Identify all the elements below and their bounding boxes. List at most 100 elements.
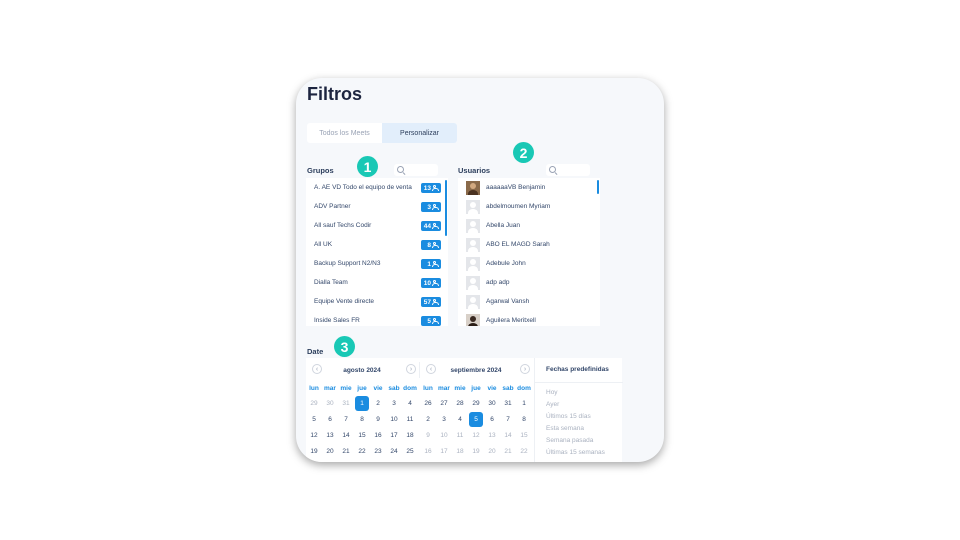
list-item[interactable]: ABO EL MAGD Sarah [458,235,600,254]
calendar-day[interactable]: 20 [484,444,500,460]
usuarios-search-input[interactable] [558,164,588,176]
weekday-header: dom [517,385,531,392]
preset-option[interactable]: Hoy [535,387,623,399]
list-item[interactable]: Dialla Team 10 [306,273,448,292]
grupos-search[interactable] [394,164,438,176]
list-item[interactable]: All sauf Techs Codir 44 [306,216,448,235]
users-icon [432,318,439,324]
filters-panel: Filtros Todos los Meets Personalizar Gru… [296,78,664,462]
calendar-day[interactable]: 25 [402,444,418,460]
calendar-day[interactable]: 10 [386,412,402,428]
calendar-day[interactable]: 18 [402,428,418,444]
grupos-search-input[interactable] [406,164,436,176]
calendar-day[interactable]: 1 [516,396,532,412]
calendar-day[interactable]: 23 [370,444,386,460]
calendar-day[interactable]: 18 [452,444,468,460]
calendar-day[interactable]: 27 [436,396,452,412]
calendar-day[interactable]: 28 [452,396,468,412]
preset-option[interactable]: Últimas 15 semanas [535,447,623,459]
grupos-scrollbar[interactable] [445,180,447,236]
calendar-day[interactable]: 3 [386,396,402,412]
calendar-day[interactable]: 7 [500,412,516,428]
calendar-day[interactable]: 2 [370,396,386,412]
calendar-day[interactable]: 8 [516,412,532,428]
list-item[interactable]: All UK 8 [306,235,448,254]
list-item[interactable]: aaaaaaVB Benjamin [458,178,600,197]
calendar-day[interactable]: 19 [306,444,322,460]
weekday-header: vie [373,385,383,392]
usuarios-scrollbar[interactable] [597,180,599,194]
preset-option[interactable]: Últimos 15 días [535,411,623,423]
calendar-day[interactable]: 11 [452,428,468,444]
chevron-right-icon[interactable]: › [406,364,416,374]
chevron-left-icon[interactable]: ‹ [426,364,436,374]
list-item[interactable]: A. AE VD Todo el equipo de venta 13 [306,178,448,197]
calendar-day[interactable]: 14 [338,428,354,444]
calendar-day[interactable]: 11 [402,412,418,428]
list-item[interactable]: adp adp [458,273,600,292]
calendar-day[interactable]: 2 [420,412,436,428]
usuarios-label: Usuarios [458,166,491,175]
list-item[interactable]: Adebule John [458,254,600,273]
calendar-day[interactable]: 31 [338,396,354,412]
preset-option[interactable]: Esta semana [535,423,623,435]
calendar-day[interactable]: 21 [338,444,354,460]
calendar-day[interactable]: 7 [338,412,354,428]
list-item[interactable]: Backup Support N2/N3 1 [306,254,448,273]
calendar-day[interactable]: 17 [386,428,402,444]
list-item[interactable]: Aguilera Meritxell [458,311,600,326]
calendar-day[interactable]: 12 [306,428,322,444]
calendar-day[interactable]: 9 [420,428,436,444]
calendar-day[interactable]: 29 [468,396,484,412]
calendar-day[interactable]: 30 [322,396,338,412]
calendar-day[interactable]: 24 [386,444,402,460]
list-item[interactable]: Equipe Vente directe 57 [306,292,448,311]
selected-day[interactable]: 5 [469,412,483,427]
calendar-day[interactable]: 13 [322,428,338,444]
avatar [466,218,480,233]
calendar-day[interactable]: 10 [436,428,452,444]
tab-todos-los-meets[interactable]: Todos los Meets [307,123,382,143]
chevron-right-icon[interactable]: › [520,364,530,374]
calendar-day[interactable]: 15 [354,428,370,444]
calendar-day[interactable]: 3 [436,412,452,428]
month-title: septiembre 2024 [450,366,502,374]
calendar-day[interactable]: 17 [436,444,452,460]
calendar-day[interactable]: 30 [484,396,500,412]
selected-day[interactable]: 1 [355,396,369,411]
calendar-day[interactable]: 14 [500,428,516,444]
calendar-day[interactable]: 16 [420,444,436,460]
list-item[interactable]: abdelmoumen Myriam [458,197,600,216]
calendar-day[interactable]: 5 [306,412,322,428]
list-item[interactable]: Agarwal Vansh [458,292,600,311]
calendar-day[interactable]: 29 [306,396,322,412]
calendar-day[interactable]: 6 [322,412,338,428]
grupos-list: A. AE VD Todo el equipo de venta 13 ADV Pa… [306,178,448,326]
calendar-day[interactable]: 8 [354,412,370,428]
calendar-day[interactable]: 20 [322,444,338,460]
calendar-day[interactable]: 22 [516,444,532,460]
calendar-day[interactable]: 21 [500,444,516,460]
calendar-day[interactable]: 4 [452,412,468,428]
calendar-day[interactable]: 6 [484,412,500,428]
list-item[interactable]: Abella Juan [458,216,600,235]
usuarios-search[interactable] [546,164,590,176]
calendar-day[interactable]: 22 [354,444,370,460]
calendar-day[interactable]: 26 [420,396,436,412]
tab-personalizar[interactable]: Personalizar [382,123,457,143]
list-item[interactable]: Inside Sales FR 5 [306,311,448,326]
calendar-day[interactable]: 19 [468,444,484,460]
users-icon [432,280,439,286]
preset-option[interactable]: Ayer [535,399,623,411]
calendar-day[interactable]: 9 [370,412,386,428]
preset-option[interactable]: Semana pasada [535,435,623,447]
calendar-day[interactable]: 16 [370,428,386,444]
calendar-day[interactable]: 13 [484,428,500,444]
chevron-left-icon[interactable]: ‹ [312,364,322,374]
calendar-day[interactable]: 15 [516,428,532,444]
users-icon [432,204,439,210]
calendar-day[interactable]: 12 [468,428,484,444]
calendar-day[interactable]: 31 [500,396,516,412]
list-item[interactable]: ADV Partner 3 [306,197,448,216]
calendar-day[interactable]: 4 [402,396,418,412]
